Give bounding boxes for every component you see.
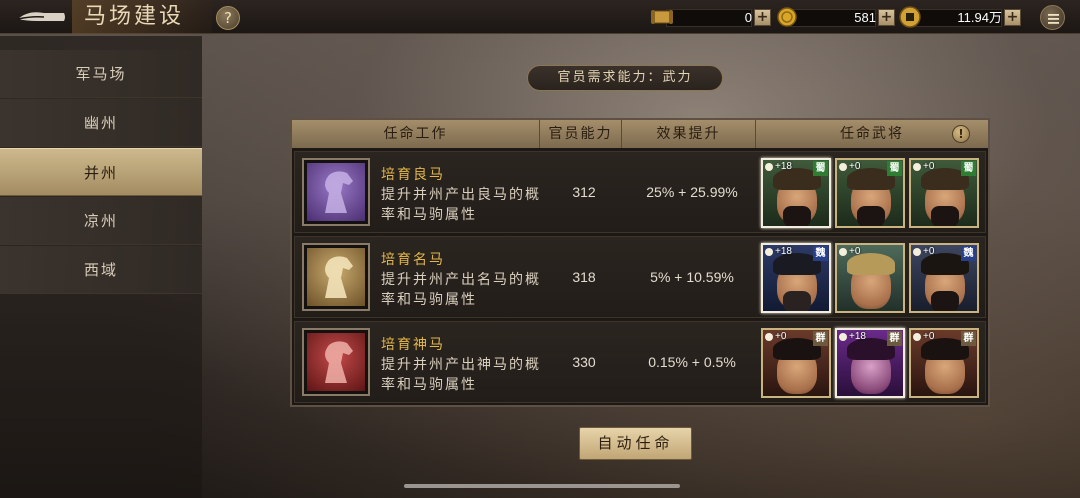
general-level: +0 [913, 331, 934, 342]
faction-badge: 蜀 [887, 161, 902, 176]
list-icon [1048, 14, 1059, 24]
task-description: 提升并州产出神马的概率和马驹属性 [381, 357, 541, 393]
effect-value: 0.15% + 0.5% [648, 354, 736, 370]
add-scroll-button[interactable]: + [754, 9, 771, 26]
task-title: 培育神马 [381, 337, 445, 353]
requirement-banner: 官员需求能力：武力 [527, 65, 723, 91]
general-portrait[interactable]: +0 蜀 [835, 158, 905, 228]
gold-count: 581 [854, 10, 876, 25]
task-description: 提升并州产出名马的概率和马驹属性 [381, 272, 541, 308]
general-portrait[interactable]: +0 群 [761, 328, 831, 398]
gold-resource: 581 + [776, 6, 896, 28]
header-effect: 效果提升 [622, 120, 756, 148]
sidebar-item-youzhou[interactable]: 幽州 [0, 99, 202, 147]
region-sidebar: 军马场 幽州 并州 凉州 西域 [0, 36, 202, 498]
ability-value: 312 [572, 184, 596, 200]
scroll-count: 0 [744, 10, 752, 25]
effect-value: 25% + 25.99% [646, 184, 738, 200]
table-row: 培育名马 提升并州产出名马的概率和马驹属性 318 5% + 10.59% +1… [294, 236, 986, 318]
scroll-resource: 0 + [650, 6, 772, 28]
faction-badge: 魏 [813, 246, 828, 261]
sidebar-item-military-ranch[interactable]: 军马场 [0, 50, 202, 98]
help-button[interactable]: ? [216, 6, 240, 30]
home-indicator[interactable] [404, 484, 680, 488]
general-portrait[interactable]: +18 群 [835, 328, 905, 398]
general-level: +0 [765, 331, 786, 342]
add-gold-button[interactable]: + [878, 9, 895, 26]
ability-value: 330 [572, 354, 596, 370]
general-portrait[interactable]: +18 魏 [761, 243, 831, 313]
auto-appoint-button[interactable]: 自动任命 [579, 427, 692, 460]
add-copper-button[interactable]: + [1004, 9, 1021, 26]
faction-badge: 蜀 [961, 161, 976, 176]
general-portrait[interactable]: +0 [835, 243, 905, 313]
general-level: +18 [765, 246, 792, 257]
back-arrow-icon[interactable] [14, 6, 68, 28]
header-ability: 官员能力 [540, 120, 622, 148]
general-portrait[interactable]: +18 蜀 [761, 158, 831, 228]
sidebar-item-bingzhou[interactable]: 并州 [0, 148, 202, 196]
faction-badge: 群 [887, 331, 902, 346]
table-row: 培育良马 提升并州产出良马的概率和马驹属性 312 25% + 25.99% +… [294, 151, 986, 233]
table-row: 培育神马 提升并州产出神马的概率和马驹属性 330 0.15% + 0.5% +… [294, 321, 986, 403]
faction-badge: 魏 [961, 246, 976, 261]
effect-value: 5% + 10.59% [650, 269, 734, 285]
page-title: 马场建设 [84, 4, 185, 29]
faction-badge: 群 [961, 331, 976, 346]
table-header: 任命工作 官员能力 效果提升 任命武将 ! [292, 120, 988, 148]
general-level: +0 [839, 246, 860, 257]
menu-button[interactable] [1040, 5, 1065, 30]
copper-resource: 11.94万 + [898, 6, 1022, 28]
gold-horse-icon [302, 243, 370, 311]
general-portrait[interactable]: +0 群 [909, 328, 979, 398]
red-horse-icon [302, 328, 370, 396]
faction-badge: 蜀 [813, 161, 828, 176]
faction-badge: 群 [813, 331, 828, 346]
top-bar: 马场建设 ? 0 + 581 + 11.94万 + [0, 0, 1080, 34]
ability-value: 318 [572, 269, 596, 285]
appointment-table: 任命工作 官员能力 效果提升 任命武将 ! 培育良马 提升并州产出良马的概率和马… [290, 118, 990, 407]
general-portrait[interactable]: +0 蜀 [909, 158, 979, 228]
general-level: +18 [765, 161, 792, 172]
sidebar-item-liangzhou[interactable]: 凉州 [0, 197, 202, 245]
general-portrait[interactable]: +0 魏 [909, 243, 979, 313]
general-level: +18 [839, 331, 866, 342]
purple-horse-icon [302, 158, 370, 226]
header-task: 任命工作 [292, 120, 540, 148]
general-level: +0 [839, 161, 860, 172]
info-warning-icon[interactable]: ! [952, 125, 970, 143]
task-description: 提升并州产出良马的概率和马驹属性 [381, 187, 541, 223]
general-level: +0 [913, 246, 934, 257]
task-title: 培育名马 [381, 252, 445, 268]
sidebar-item-xiyu[interactable]: 西域 [0, 246, 202, 294]
general-level: +0 [913, 161, 934, 172]
copper-count: 11.94万 [957, 10, 1002, 25]
task-title: 培育良马 [381, 167, 445, 183]
